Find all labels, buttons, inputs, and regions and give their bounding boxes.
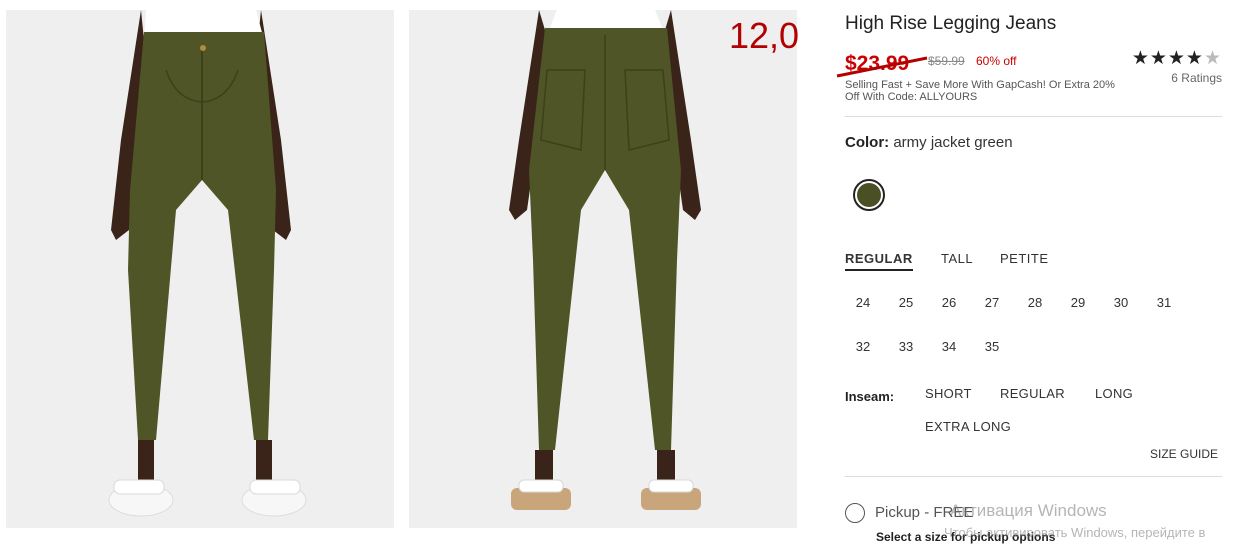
back-view-illustration bbox=[409, 10, 797, 528]
color-label: Color: bbox=[845, 134, 890, 151]
size-option[interactable]: 26 bbox=[931, 291, 967, 315]
inseam-option-extra-long[interactable]: EXTRA LONG bbox=[925, 419, 1011, 434]
discount-label: 60% off bbox=[976, 54, 1017, 68]
fit-tab-tall[interactable]: TALL bbox=[941, 251, 973, 269]
windows-activation-watermark-sub: Чтобы активировать Windows, перейдите в bbox=[944, 525, 1206, 540]
rating-count: 6 Ratings bbox=[1171, 71, 1222, 85]
fit-tab-petite[interactable]: PETITE bbox=[1000, 251, 1049, 269]
size-option[interactable]: 29 bbox=[1060, 291, 1096, 315]
rating-widget[interactable]: ★★★★★ 6 Ratings bbox=[1118, 48, 1222, 86]
swatch-fill bbox=[857, 183, 881, 207]
divider bbox=[845, 116, 1222, 117]
original-price: $59.99 bbox=[928, 54, 965, 68]
inseam-option-regular[interactable]: REGULAR bbox=[1000, 386, 1065, 401]
size-option[interactable]: 31 bbox=[1146, 291, 1182, 315]
size-option[interactable]: 32 bbox=[845, 335, 881, 359]
size-option[interactable]: 34 bbox=[931, 335, 967, 359]
size-option[interactable]: 27 bbox=[974, 291, 1010, 315]
size-option[interactable]: 24 bbox=[845, 291, 881, 315]
size-option[interactable]: 30 bbox=[1103, 291, 1139, 315]
inseam-label: Inseam: bbox=[845, 389, 895, 404]
overlay-price-annotation: 12,0 bbox=[729, 15, 800, 56]
promo-text: Selling Fast + Save More With GapCash! O… bbox=[845, 79, 1115, 103]
size-option[interactable]: 35 bbox=[974, 335, 1010, 359]
front-view-illustration bbox=[6, 10, 394, 528]
inseam-option-short[interactable]: SHORT bbox=[925, 386, 972, 401]
divider bbox=[845, 476, 1222, 477]
color-row: Color: army jacket green bbox=[845, 134, 1013, 151]
sale-price: $23.99 bbox=[845, 52, 910, 75]
pickup-radio[interactable] bbox=[845, 503, 865, 523]
size-option[interactable]: 33 bbox=[888, 335, 924, 359]
color-swatch-army-green[interactable] bbox=[853, 179, 885, 211]
size-guide-link[interactable]: SIZE GUIDE bbox=[1150, 447, 1218, 461]
size-option[interactable]: 28 bbox=[1017, 291, 1053, 315]
size-option[interactable]: 25 bbox=[888, 291, 924, 315]
color-value: army jacket green bbox=[893, 134, 1013, 151]
product-image-back[interactable] bbox=[409, 10, 797, 528]
product-image-front[interactable] bbox=[6, 10, 394, 528]
star-rating-icon: ★★★★★ bbox=[1131, 48, 1222, 69]
fit-tab-regular[interactable]: REGULAR bbox=[845, 251, 913, 271]
inseam-option-long[interactable]: LONG bbox=[1095, 386, 1133, 401]
windows-activation-watermark: Активация Windows bbox=[950, 501, 1107, 520]
product-title: High Rise Legging Jeans bbox=[845, 13, 1057, 34]
